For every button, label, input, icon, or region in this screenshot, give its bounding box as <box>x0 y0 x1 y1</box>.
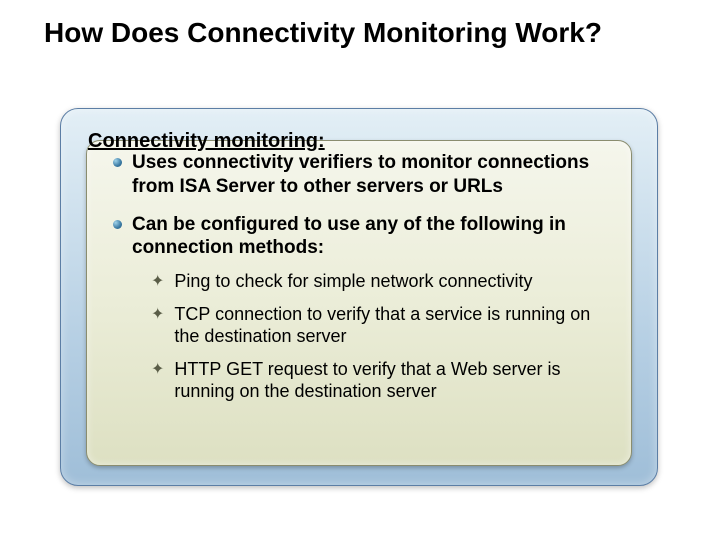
bullet-text: Uses connectivity verifiers to monitor c… <box>132 151 609 199</box>
sub-list: ✦ Ping to check for simple network conne… <box>151 270 609 403</box>
sub-bullet-text: TCP connection to verify that a service … <box>174 303 609 348</box>
list-item: Uses connectivity verifiers to monitor c… <box>113 151 609 199</box>
bullet-text: Can be configured to use any of the foll… <box>132 213 609 261</box>
slide: How Does Connectivity Monitoring Work? C… <box>0 0 720 540</box>
bullet-dot-icon <box>113 220 122 229</box>
bullet-star-icon: ✦ <box>151 307 164 323</box>
subtitle: Connectivity monitoring: <box>88 130 325 153</box>
content-panel: Uses connectivity verifiers to monitor c… <box>86 140 632 466</box>
list-item: ✦ HTTP GET request to verify that a Web … <box>151 358 609 403</box>
bullet-star-icon: ✦ <box>151 274 164 290</box>
list-item: ✦ Ping to check for simple network conne… <box>151 270 609 293</box>
bullet-dot-icon <box>113 158 122 167</box>
sub-bullet-text: Ping to check for simple network connect… <box>174 270 532 293</box>
page-title: How Does Connectivity Monitoring Work? <box>44 18 676 49</box>
sub-bullet-text: HTTP GET request to verify that a Web se… <box>174 358 609 403</box>
list-item: ✦ TCP connection to verify that a servic… <box>151 303 609 348</box>
bullet-star-icon: ✦ <box>151 362 164 378</box>
list-item: Can be configured to use any of the foll… <box>113 213 609 261</box>
